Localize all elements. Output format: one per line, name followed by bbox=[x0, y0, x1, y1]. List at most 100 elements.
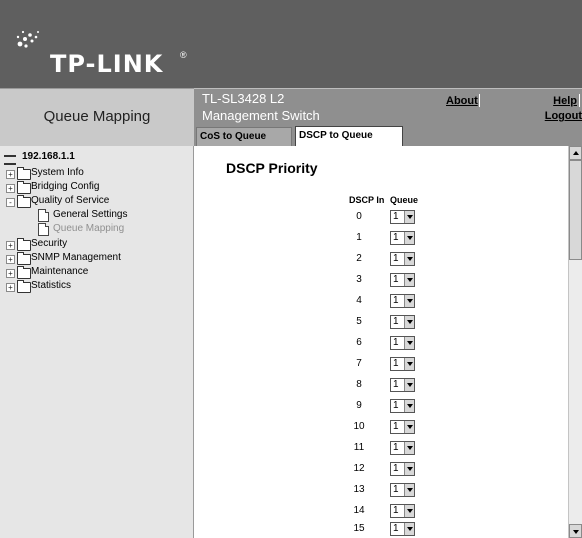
queue-value: 1 bbox=[393, 337, 399, 348]
queue-value: 1 bbox=[393, 484, 399, 495]
dropdown-arrow-icon[interactable] bbox=[404, 211, 414, 223]
expand-icon[interactable]: + bbox=[6, 184, 15, 193]
collapse-icon[interactable]: - bbox=[6, 198, 15, 207]
folder-icon bbox=[17, 181, 31, 194]
dscp-row: 13 1 bbox=[194, 481, 568, 499]
vertical-scrollbar[interactable] bbox=[568, 146, 582, 538]
dscp-value: 3 bbox=[356, 274, 362, 285]
queue-select[interactable]: 1 bbox=[390, 294, 415, 308]
tree-item-label: Bridging Config bbox=[31, 181, 100, 192]
queue-select[interactable]: 1 bbox=[390, 420, 415, 434]
scroll-up-icon[interactable] bbox=[569, 146, 582, 160]
queue-select[interactable]: 1 bbox=[390, 252, 415, 266]
queue-value: 1 bbox=[393, 295, 399, 306]
queue-select[interactable]: 1 bbox=[390, 441, 415, 455]
queue-select[interactable]: 1 bbox=[390, 504, 415, 518]
tree-item-label: Security bbox=[31, 238, 68, 249]
dscp-row: 4 1 bbox=[194, 292, 568, 310]
queue-select[interactable]: 1 bbox=[390, 315, 415, 329]
dropdown-arrow-icon[interactable] bbox=[404, 379, 414, 391]
device-type: Management Switch bbox=[202, 108, 320, 123]
queue-select[interactable]: 1 bbox=[390, 357, 415, 371]
column-header-dscp: DSCP In bbox=[349, 195, 385, 205]
queue-select[interactable]: 1 bbox=[390, 462, 415, 476]
dropdown-arrow-icon[interactable] bbox=[404, 484, 414, 496]
tab-cos-to-queue[interactable]: CoS to Queue bbox=[196, 127, 292, 146]
queue-select[interactable]: 1 bbox=[390, 483, 415, 497]
dropdown-arrow-icon[interactable] bbox=[404, 421, 414, 433]
main-content: DSCP Priority DSCP In Queue 0 1 1 1 2 1 … bbox=[194, 146, 568, 538]
folder-icon bbox=[17, 280, 31, 293]
dscp-value: 5 bbox=[356, 316, 362, 327]
dscp-value: 12 bbox=[353, 463, 365, 474]
dropdown-arrow-icon[interactable] bbox=[404, 505, 414, 517]
logout-link[interactable]: Logout bbox=[545, 110, 582, 122]
tree-item-label: Queue Mapping bbox=[53, 223, 125, 234]
dscp-row: 0 1 bbox=[194, 208, 568, 226]
dropdown-arrow-icon[interactable] bbox=[404, 232, 414, 244]
about-link[interactable]: About bbox=[446, 95, 478, 107]
column-header-queue: Queue bbox=[390, 195, 419, 205]
dropdown-arrow-icon[interactable] bbox=[404, 523, 414, 535]
expand-icon[interactable]: + bbox=[6, 269, 15, 278]
expand-icon[interactable]: + bbox=[6, 255, 15, 264]
tree-root[interactable]: 192.168.1.1 bbox=[0, 146, 190, 165]
scroll-down-icon[interactable] bbox=[569, 524, 582, 538]
dscp-row: 12 1 bbox=[194, 460, 568, 478]
queue-select[interactable]: 1 bbox=[390, 336, 415, 350]
tab-dscp-to-queue[interactable]: DSCP to Queue bbox=[295, 126, 403, 147]
dropdown-arrow-icon[interactable] bbox=[404, 463, 414, 475]
dropdown-arrow-icon[interactable] bbox=[404, 274, 414, 286]
dropdown-arrow-icon[interactable] bbox=[404, 358, 414, 370]
dscp-row: 10 1 bbox=[194, 418, 568, 436]
dscp-row: 2 1 bbox=[194, 250, 568, 268]
queue-value: 1 bbox=[393, 274, 399, 285]
expand-icon[interactable]: + bbox=[6, 241, 15, 250]
queue-select[interactable]: 1 bbox=[390, 522, 415, 536]
queue-value: 1 bbox=[393, 523, 399, 534]
link-divider bbox=[579, 94, 580, 107]
dropdown-arrow-icon[interactable] bbox=[404, 253, 414, 265]
brand-logo-text: TP-LINK bbox=[50, 50, 164, 78]
queue-select[interactable]: 1 bbox=[390, 210, 415, 224]
dropdown-arrow-icon[interactable] bbox=[404, 337, 414, 349]
queue-value: 1 bbox=[393, 463, 399, 474]
expand-icon[interactable]: + bbox=[6, 283, 15, 292]
queue-value: 1 bbox=[393, 358, 399, 369]
help-link[interactable]: Help bbox=[553, 95, 577, 107]
dscp-row: 15 1 bbox=[194, 520, 568, 538]
expand-icon[interactable]: + bbox=[6, 170, 15, 179]
link-divider bbox=[479, 94, 480, 107]
dscp-value: 6 bbox=[356, 337, 362, 348]
dscp-row: 8 1 bbox=[194, 376, 568, 394]
dropdown-arrow-icon[interactable] bbox=[404, 295, 414, 307]
dscp-row: 1 1 bbox=[194, 229, 568, 247]
dscp-row: 9 1 bbox=[194, 397, 568, 415]
header: TP-LINK ® bbox=[0, 0, 582, 88]
device-header: TL-SL3428 L2 Management Switch About Hel… bbox=[194, 88, 582, 147]
queue-value: 1 bbox=[393, 442, 399, 453]
queue-value: 1 bbox=[393, 505, 399, 516]
dscp-value: 0 bbox=[356, 211, 362, 222]
queue-select[interactable]: 1 bbox=[390, 399, 415, 413]
dropdown-arrow-icon[interactable] bbox=[404, 316, 414, 328]
dscp-value: 15 bbox=[353, 523, 365, 534]
dropdown-arrow-icon[interactable] bbox=[404, 442, 414, 454]
dscp-value: 7 bbox=[356, 358, 362, 369]
queue-select[interactable]: 1 bbox=[390, 273, 415, 287]
queue-value: 1 bbox=[393, 400, 399, 411]
queue-value: 1 bbox=[393, 211, 399, 222]
dscp-row: 5 1 bbox=[194, 313, 568, 331]
queue-select[interactable]: 1 bbox=[390, 231, 415, 245]
tree-item-label: Statistics bbox=[31, 280, 72, 291]
dropdown-arrow-icon[interactable] bbox=[404, 400, 414, 412]
scrollbar-thumb[interactable] bbox=[569, 160, 582, 260]
tp-link-logo-icon bbox=[16, 30, 39, 48]
folder-icon bbox=[17, 238, 31, 251]
host-icon bbox=[4, 155, 16, 165]
queue-value: 1 bbox=[393, 253, 399, 264]
queue-select[interactable]: 1 bbox=[390, 378, 415, 392]
dscp-row: 6 1 bbox=[194, 334, 568, 352]
page-icon bbox=[38, 209, 49, 222]
host-address: 192.168.1.1 bbox=[22, 151, 75, 162]
